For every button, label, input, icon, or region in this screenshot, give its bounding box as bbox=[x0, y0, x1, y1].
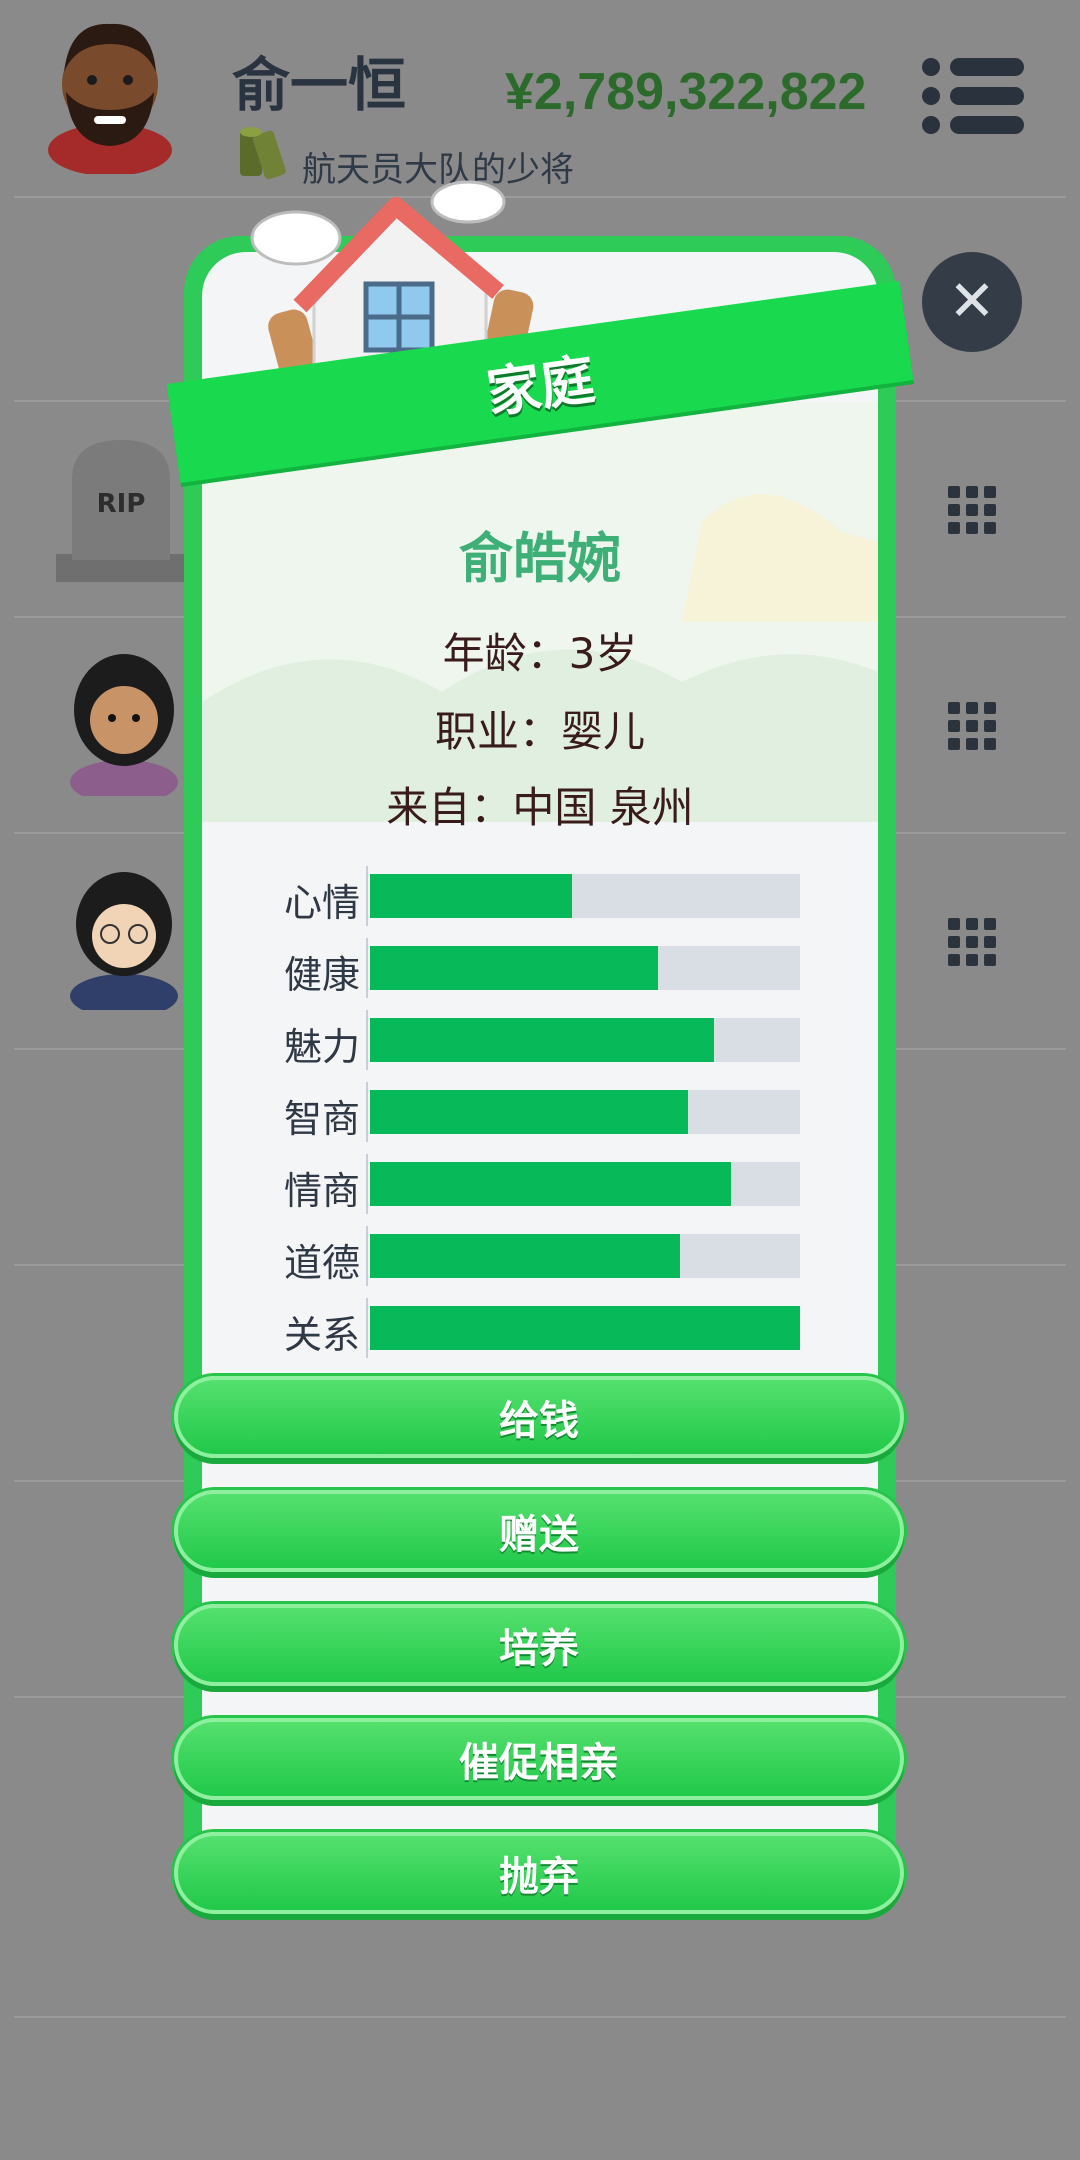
stat-bar-fill bbox=[370, 1306, 800, 1350]
urge-matchmaking-button[interactable]: 催促相亲 bbox=[174, 1718, 904, 1800]
stat-separator bbox=[366, 1082, 368, 1142]
stat-bar bbox=[370, 874, 800, 918]
money-balance: ¥2,789,322,822 bbox=[505, 63, 867, 121]
stat-bar-fill bbox=[370, 1162, 732, 1206]
child-origin: 来自：中国 泉州 bbox=[386, 783, 694, 832]
stat-bar bbox=[370, 1018, 800, 1062]
stat-label: 情商 bbox=[283, 1169, 360, 1213]
stat-row: 道德 bbox=[260, 1226, 800, 1286]
player-name: 俞一恒 bbox=[232, 51, 407, 119]
stat-label: 智商 bbox=[283, 1097, 360, 1141]
stat-row: 智商 bbox=[260, 1082, 800, 1142]
stat-bar bbox=[370, 1162, 800, 1206]
player-avatar bbox=[48, 23, 172, 174]
close-button[interactable]: ✕ bbox=[922, 252, 1022, 352]
stat-row: 情商 bbox=[260, 1154, 800, 1214]
stat-row: 关系 bbox=[260, 1298, 800, 1358]
stat-separator bbox=[366, 1298, 368, 1358]
menu-icon[interactable] bbox=[920, 56, 1024, 136]
stat-separator bbox=[366, 1154, 368, 1214]
rank-badge-icon bbox=[240, 127, 286, 180]
child-age: 年龄：3岁 bbox=[442, 629, 638, 678]
child-name: 俞皓婉 bbox=[459, 527, 621, 590]
divider bbox=[14, 2016, 1066, 2018]
stat-bar-fill bbox=[370, 874, 573, 918]
gift-button[interactable]: 赠送 bbox=[174, 1490, 904, 1572]
stat-bar bbox=[370, 946, 800, 990]
stat-bar-fill bbox=[370, 1090, 689, 1134]
stat-separator bbox=[366, 1010, 368, 1070]
stat-label: 道德 bbox=[283, 1241, 360, 1285]
stat-separator bbox=[366, 1226, 368, 1286]
stat-row: 健康 bbox=[260, 938, 800, 998]
grid-icon[interactable] bbox=[948, 918, 996, 966]
stat-separator bbox=[366, 866, 368, 926]
stat-bar bbox=[370, 1306, 800, 1350]
stat-bar-fill bbox=[370, 1018, 714, 1062]
stat-row: 心情 bbox=[260, 866, 800, 926]
stat-row: 魅力 bbox=[260, 1010, 800, 1070]
child-occupation: 职业：婴儿 bbox=[434, 707, 645, 756]
nurture-button[interactable]: 培养 bbox=[174, 1604, 904, 1686]
stat-bar bbox=[370, 1234, 800, 1278]
stat-bar-fill bbox=[370, 946, 659, 990]
family-member-avatar bbox=[70, 872, 178, 1010]
stat-label: 心情 bbox=[283, 881, 360, 925]
stat-bar-fill bbox=[370, 1234, 680, 1278]
stat-label: 魅力 bbox=[283, 1025, 360, 1069]
stat-label: 关系 bbox=[283, 1313, 360, 1357]
stat-label: 健康 bbox=[283, 953, 360, 997]
abandon-button[interactable]: 抛弃 bbox=[174, 1832, 904, 1914]
stat-bar bbox=[370, 1090, 800, 1134]
stat-separator bbox=[366, 938, 368, 998]
give-money-button[interactable]: 给钱 bbox=[174, 1376, 904, 1458]
